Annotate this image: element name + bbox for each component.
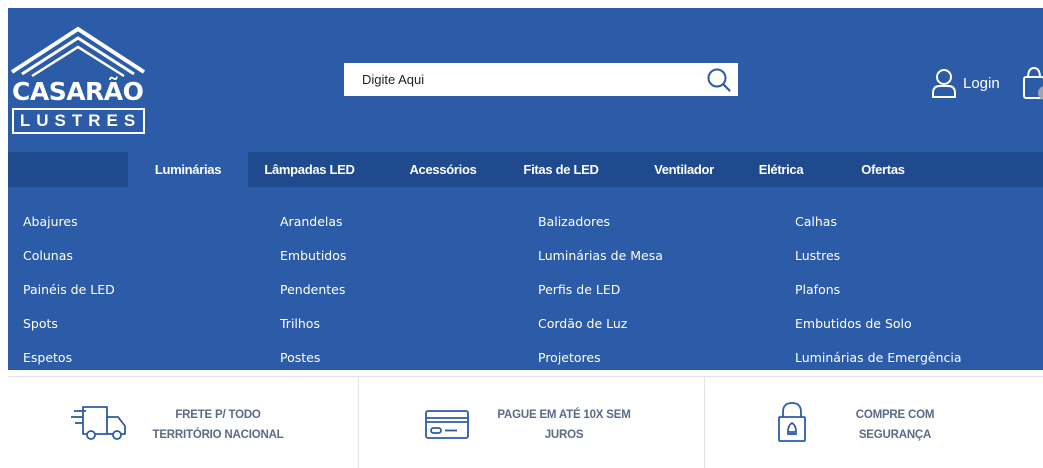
feature-security-line1: COMPRE COM — [855, 409, 935, 421]
menu-link-luminarias-de-emergencia[interactable]: Luminárias de Emergência — [795, 350, 962, 366]
feature-security-line2: SEGURANÇA — [858, 429, 932, 441]
nav-item-acessorios[interactable]: Acessórios — [393, 152, 493, 187]
brand-subtitle: LUSTRES — [12, 108, 145, 134]
feature-installments: PAGUE EM ATÉ 10X SEM JUROS — [359, 377, 704, 468]
site-header: CASARÃO LUSTRES Login 0 — [8, 8, 1043, 152]
feature-installments-line2: JUROS — [544, 429, 584, 441]
padlock-icon — [778, 402, 806, 442]
main-navigation: Luminárias Lâmpadas LED Acessórios Fitas… — [8, 152, 1043, 187]
search-button[interactable] — [706, 67, 732, 93]
feature-installments-line1: PAGUE EM ATÉ 10X SEM — [497, 409, 631, 421]
search-input[interactable] — [344, 63, 694, 96]
menu-link-spots[interactable]: Spots — [23, 316, 58, 332]
menu-link-arandelas[interactable]: Arandelas — [280, 214, 343, 230]
menu-link-perfis-de-led[interactable]: Perfis de LED — [538, 282, 620, 298]
search-bar — [344, 63, 738, 96]
menu-link-trilhos[interactable]: Trilhos — [280, 316, 320, 332]
menu-link-calhas[interactable]: Calhas — [795, 214, 837, 230]
menu-link-abajures[interactable]: Abajures — [23, 214, 78, 230]
nav-item-eletrica[interactable]: Elétrica — [736, 152, 826, 187]
credit-card-icon — [425, 410, 469, 439]
menu-link-balizadores[interactable]: Balizadores — [538, 214, 610, 230]
feature-shipping: FRETE P/ TODO TERRITÓRIO NACIONAL — [8, 377, 358, 468]
feature-shipping-line1: FRETE P/ TODO — [175, 409, 261, 421]
login-label: Login — [963, 74, 1000, 92]
nav-item-luminarias[interactable]: Luminárias — [128, 152, 248, 187]
menu-link-postes[interactable]: Postes — [280, 350, 320, 366]
menu-link-espetos[interactable]: Espetos — [23, 350, 72, 366]
menu-link-pendentes[interactable]: Pendentes — [280, 282, 345, 298]
cart-button[interactable]: 0 — [1023, 66, 1043, 104]
delivery-truck-icon — [71, 406, 126, 440]
brand-name: CASARÃO — [12, 77, 144, 106]
menu-link-plafons[interactable]: Plafons — [795, 282, 840, 298]
feature-security: COMPRE COM SEGURANÇA — [705, 377, 1043, 468]
menu-link-paineis-de-led[interactable]: Painéis de LED — [23, 282, 115, 298]
menu-link-cordao-de-luz[interactable]: Cordão de Luz — [538, 316, 627, 332]
menu-link-lustres[interactable]: Lustres — [795, 248, 840, 264]
features-bar: FRETE P/ TODO TERRITÓRIO NACIONAL PAGUE … — [8, 376, 1043, 468]
search-icon — [707, 68, 731, 92]
menu-link-embutidos[interactable]: Embutidos — [280, 248, 346, 264]
nav-item-ofertas[interactable]: Ofertas — [838, 152, 928, 187]
menu-link-embutidos-de-solo[interactable]: Embutidos de Solo — [795, 316, 912, 332]
nav-item-ventilador[interactable]: Ventilador — [634, 152, 734, 187]
nav-item-lampadas-led[interactable]: Lâmpadas LED — [248, 152, 371, 187]
nav-item-fitas-de-led[interactable]: Fitas de LED — [511, 152, 611, 187]
menu-link-projetores[interactable]: Projetores — [538, 350, 601, 366]
brand-logo[interactable]: CASARÃO LUSTRES — [8, 25, 148, 143]
luminarias-dropdown-menu: Abajures Colunas Painéis de LED Spots Es… — [8, 187, 1043, 370]
menu-link-luminarias-de-mesa[interactable]: Luminárias de Mesa — [538, 248, 663, 264]
menu-link-colunas[interactable]: Colunas — [23, 248, 73, 264]
user-icon — [932, 69, 956, 98]
login-link[interactable]: Login — [931, 66, 1000, 100]
roof-logo-icon — [10, 26, 146, 78]
feature-shipping-line2: TERRITÓRIO NACIONAL — [152, 429, 284, 441]
